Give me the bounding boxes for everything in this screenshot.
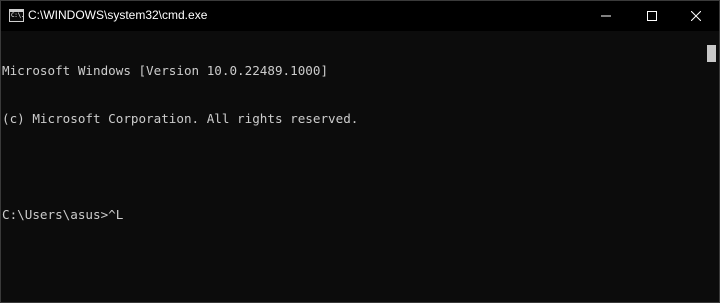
minimize-icon bbox=[601, 15, 611, 17]
close-button[interactable] bbox=[673, 1, 719, 31]
console-line-blank bbox=[2, 159, 701, 175]
close-icon bbox=[691, 11, 701, 21]
scrollbar-thumb[interactable] bbox=[707, 45, 716, 62]
cmd-app-icon[interactable]: C:\. bbox=[9, 9, 25, 22]
maximize-button[interactable] bbox=[629, 1, 675, 31]
cmd-window: C:\. C:\WINDOWS\system32\cmd.exe Microso… bbox=[0, 0, 720, 303]
console-line-version: Microsoft Windows [Version 10.0.22489.10… bbox=[2, 63, 329, 78]
console-output[interactable]: Microsoft Windows [Version 10.0.22489.10… bbox=[1, 31, 701, 302]
cmd-app-icon-glyph: C:\. bbox=[11, 12, 25, 19]
console-prompt-line[interactable]: C:\Users\asus>^L bbox=[2, 207, 701, 223]
vertical-scrollbar[interactable] bbox=[703, 31, 719, 302]
console-line-copyright: (c) Microsoft Corporation. All rights re… bbox=[2, 111, 359, 126]
maximize-icon bbox=[647, 11, 657, 21]
title-bar[interactable]: C:\. C:\WINDOWS\system32\cmd.exe bbox=[1, 1, 719, 31]
minimize-button[interactable] bbox=[583, 1, 629, 31]
window-title: C:\WINDOWS\system32\cmd.exe bbox=[28, 8, 208, 22]
